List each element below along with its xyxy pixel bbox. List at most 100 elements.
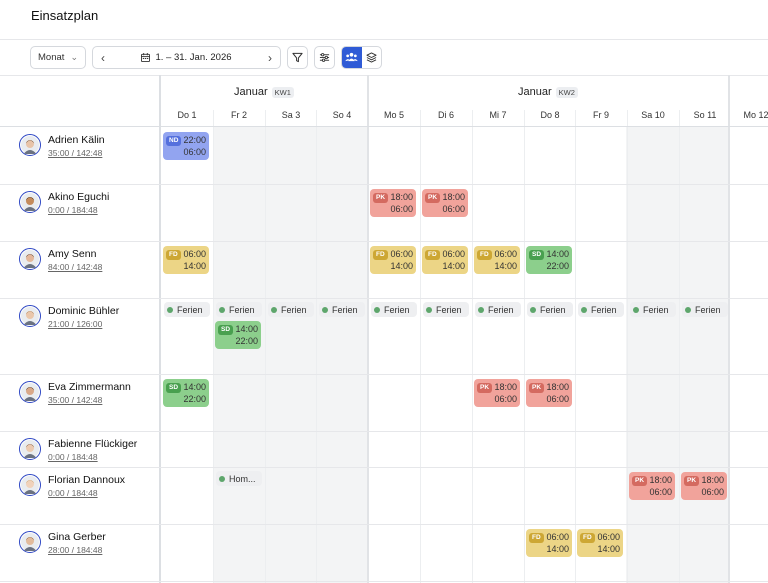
absence-chip[interactable]: Ferien (475, 302, 521, 317)
group-by-people-button[interactable] (342, 47, 362, 68)
status-dot (633, 306, 639, 313)
shift-card[interactable]: FD 06:00 14:00 (163, 246, 209, 274)
employee-hours[interactable]: 28:00 / 184:48 (48, 544, 106, 556)
shift-code-badge: PK (477, 383, 493, 393)
shift-end: 06:00 (649, 487, 672, 497)
shift-card[interactable]: PK 18:00 06:00 (526, 379, 572, 407)
shift-code-badge: SD (166, 383, 182, 393)
employee-info: Eva Zimmermann 35:00 / 142:48 (48, 381, 131, 406)
grouping-toggle (341, 46, 382, 69)
shift-card[interactable]: FD 06:00 14:00 (526, 529, 572, 557)
employee-hours[interactable]: 84:00 / 142:48 (48, 261, 102, 273)
shift-start: 18:00 (390, 192, 413, 202)
shift-card[interactable]: SD 14:00 22:00 (163, 379, 209, 407)
shift-card[interactable]: SD 14:00 22:00 (526, 246, 572, 274)
shift-card[interactable]: PK 18:00 06:00 (370, 189, 416, 217)
shift-code-badge: FD (373, 250, 388, 260)
shift-end: 06:00 (701, 487, 724, 497)
person-icon (21, 533, 39, 551)
day-header: Do 1 (177, 110, 197, 120)
employee-hours[interactable]: 0:00 / 184:48 (48, 204, 109, 216)
employee-hours[interactable]: 21:00 / 126:00 (48, 318, 119, 330)
absence-chip[interactable]: Ferien (578, 302, 624, 317)
employee-hours[interactable]: 35:00 / 142:48 (48, 147, 105, 159)
row-divider (0, 298, 768, 299)
status-dot (322, 306, 328, 313)
employee-name: Amy Senn (48, 248, 97, 260)
absence-label: Ferien (332, 304, 358, 315)
sidebar-grid-divider (159, 75, 161, 583)
shift-end: 06:00 (442, 204, 465, 214)
shift-card[interactable]: PK 18:00 06:00 (629, 472, 675, 500)
absence-chip[interactable]: Ferien (216, 302, 262, 317)
weekend-shading (626, 127, 730, 583)
shift-end: 06:00 (546, 394, 569, 404)
day-column-line (627, 110, 628, 583)
shift-end: 22:00 (546, 261, 569, 271)
shift-end: 14:00 (546, 544, 569, 554)
employee-row-header[interactable]: Dominic Bühler 21:00 / 126:00 (19, 305, 119, 330)
shift-code-badge: PK (632, 476, 648, 486)
employee-row-header[interactable]: Fabienne Flückiger 0:00 / 184:48 (19, 438, 137, 463)
absence-chip[interactable]: Hom... (216, 471, 262, 486)
shift-end: 14:00 (494, 261, 517, 271)
shift-start: 06:00 (597, 532, 620, 542)
absence-label: Ferien (436, 304, 462, 315)
employee-hours[interactable]: 0:00 / 184:48 (48, 487, 125, 499)
group-by-layers-button[interactable] (362, 47, 382, 68)
day-column-line (679, 110, 680, 583)
employee-hours[interactable]: 0:00 / 184:48 (48, 451, 137, 463)
day-header: Sa 10 (641, 110, 665, 120)
shift-card[interactable]: ND 22:00 06:00 (163, 132, 209, 160)
shift-start: 14:00 (235, 324, 258, 334)
shift-start: 18:00 (494, 382, 517, 392)
date-range-button[interactable]: 1. – 31. Jan. 2026 (113, 47, 260, 68)
employee-row-header[interactable]: Gina Gerber 28:00 / 184:48 (19, 531, 106, 556)
shift-card[interactable]: PK 18:00 06:00 (422, 189, 468, 217)
week-separator (728, 75, 730, 583)
employee-row-header[interactable]: Florian Dannoux 0:00 / 184:48 (19, 474, 125, 499)
view-mode-label: Monat (38, 52, 65, 63)
shift-card[interactable]: FD 06:00 14:00 (422, 246, 468, 274)
shift-card[interactable]: FD 06:00 14:00 (370, 246, 416, 274)
person-icon (21, 136, 39, 154)
chevron-left-icon[interactable]: ‹ (93, 47, 113, 68)
settings-button[interactable] (314, 46, 335, 69)
shift-card[interactable]: FD 06:00 14:00 (474, 246, 520, 274)
absence-label: Ferien (384, 304, 410, 315)
shift-end: 22:00 (235, 336, 258, 346)
absence-chip[interactable]: Ferien (682, 302, 728, 317)
employee-row-header[interactable]: Akino Eguchi 0:00 / 184:48 (19, 191, 109, 216)
person-icon (21, 250, 39, 268)
calendar-icon (141, 53, 151, 62)
day-header: Mo 5 (383, 110, 404, 120)
absence-chip[interactable]: Ferien (423, 302, 469, 317)
page-title: Einsatzplan (31, 8, 99, 23)
shift-start: 06:00 (494, 249, 517, 259)
shift-start: 18:00 (546, 382, 569, 392)
shift-end: 14:00 (442, 261, 465, 271)
absence-chip[interactable]: Ferien (630, 302, 676, 317)
absence-chip[interactable]: Ferien (164, 302, 210, 317)
view-mode-select[interactable]: Monat ⌄ (30, 46, 86, 69)
absence-chip[interactable]: Ferien (268, 302, 314, 317)
absence-chip[interactable]: Ferien (371, 302, 417, 317)
employee-row-header[interactable]: Eva Zimmermann 35:00 / 142:48 (19, 381, 131, 406)
avatar (19, 191, 41, 213)
employee-info: Fabienne Flückiger 0:00 / 184:48 (48, 438, 137, 463)
employee-row-header[interactable]: Adrien Kälin 35:00 / 142:48 (19, 134, 105, 159)
absence-chip[interactable]: Ferien (527, 302, 573, 317)
chevron-right-icon[interactable]: › (260, 47, 280, 68)
filter-button[interactable] (287, 46, 308, 69)
employee-row-header[interactable]: Amy Senn 84:00 / 142:48 (19, 248, 102, 273)
employee-hours[interactable]: 35:00 / 142:48 (48, 394, 131, 406)
employee-info: Akino Eguchi 0:00 / 184:48 (48, 191, 109, 216)
absence-chip[interactable]: Ferien (319, 302, 365, 317)
avatar (19, 305, 41, 327)
absence-label: Ferien (540, 304, 566, 315)
shift-card[interactable]: FD 06:00 14:00 (577, 529, 623, 557)
shift-card[interactable]: SD 14:00 22:00 (215, 321, 261, 349)
shift-card[interactable]: PK 18:00 06:00 (681, 472, 727, 500)
status-dot (374, 306, 380, 313)
shift-card[interactable]: PK 18:00 06:00 (474, 379, 520, 407)
